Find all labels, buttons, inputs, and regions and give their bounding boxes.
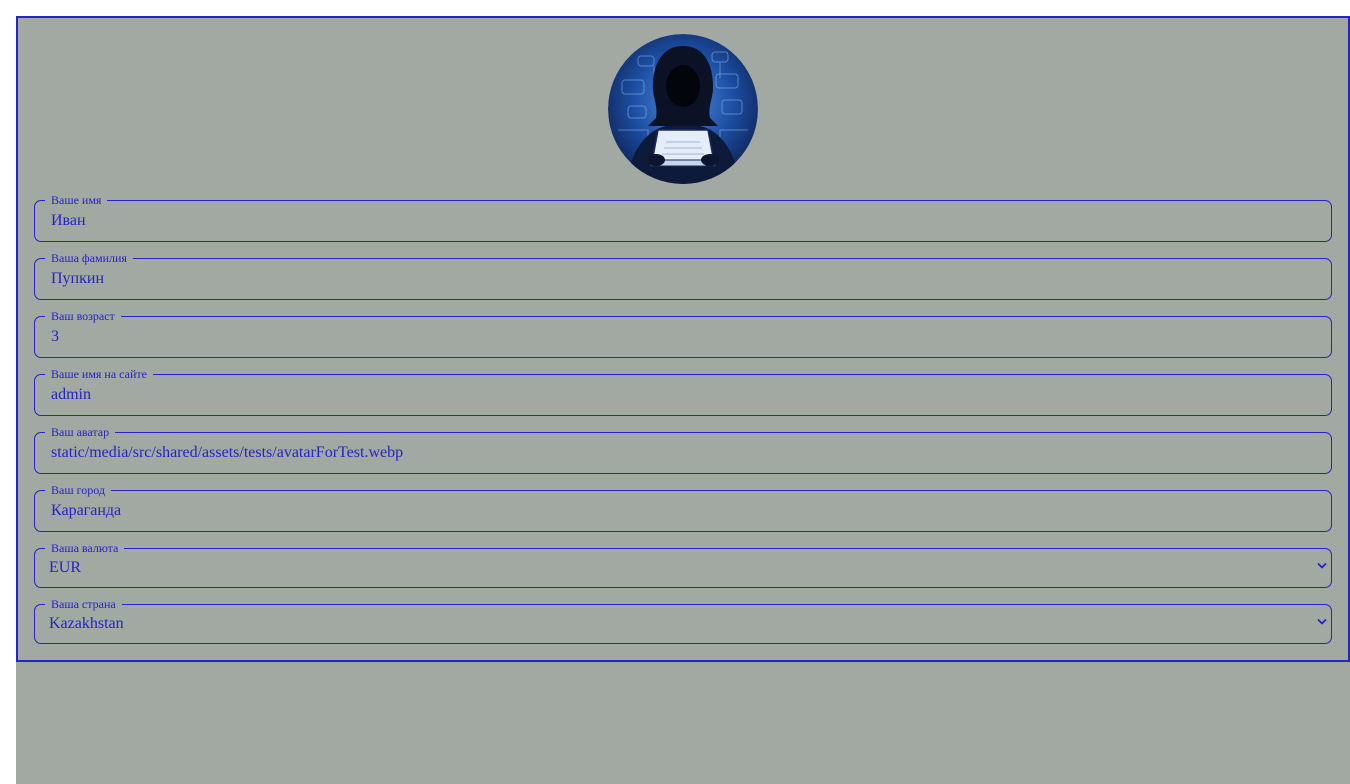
country-select[interactable]: Kazakhstan: [35, 605, 1331, 643]
city-input[interactable]: [35, 491, 1331, 531]
city-field: Ваш город: [34, 484, 1332, 532]
country-selected-value: Kazakhstan: [49, 615, 124, 632]
avatar: [608, 34, 758, 184]
first-name-field: Ваше имя: [34, 194, 1332, 242]
first-name-input[interactable]: [35, 201, 1331, 241]
country-field: Ваша страна Kazakhstan: [34, 598, 1332, 644]
chevron-down-icon: [1317, 619, 1327, 625]
age-input[interactable]: [35, 317, 1331, 357]
currency-selected-value: EUR: [49, 559, 81, 576]
avatar-url-field: Ваш аватар: [34, 426, 1332, 474]
age-field: Ваш возраст: [34, 310, 1332, 358]
currency-field: Ваша валюта EUR: [34, 542, 1332, 588]
hooded-hacker-avatar-icon: [608, 34, 758, 184]
profile-card: Ваше имя Ваша фамилия Ваш возраст Ваше и…: [16, 16, 1350, 662]
last-name-field: Ваша фамилия: [34, 252, 1332, 300]
currency-select[interactable]: EUR: [35, 549, 1331, 587]
username-input[interactable]: [35, 375, 1331, 415]
chevron-down-icon: [1317, 563, 1327, 569]
last-name-input[interactable]: [35, 259, 1331, 299]
avatar-url-input[interactable]: [35, 433, 1331, 473]
username-field: Ваше имя на сайте: [34, 368, 1332, 416]
